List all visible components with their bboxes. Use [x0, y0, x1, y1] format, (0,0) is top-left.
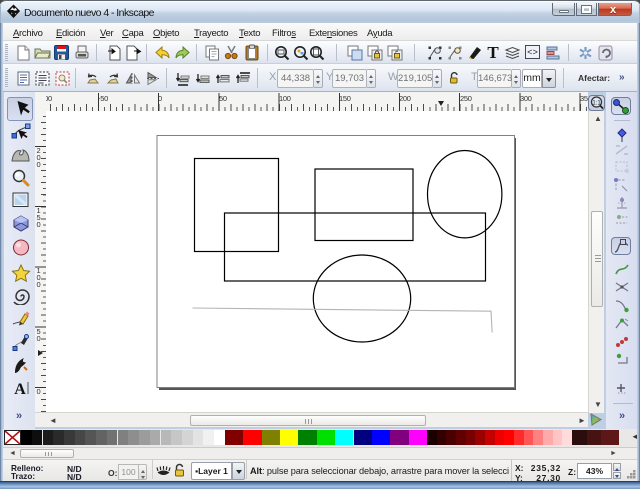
svg-text:A: A: [14, 381, 26, 397]
svg-text:<>: <>: [527, 48, 538, 58]
svg-text:T: T: [487, 44, 499, 61]
